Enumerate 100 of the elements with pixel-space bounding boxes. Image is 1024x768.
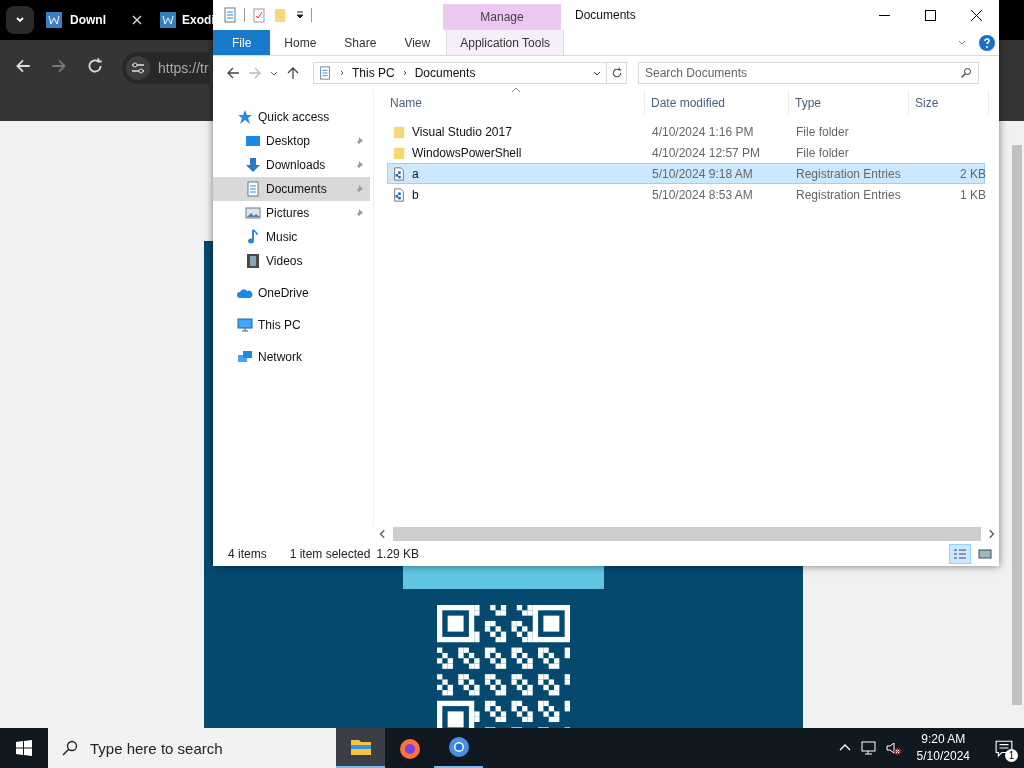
computer-icon [237, 317, 253, 333]
column-header[interactable]: Size [909, 90, 989, 115]
tab-title: Downl [70, 13, 107, 27]
group-label: Manage [480, 10, 524, 24]
tab-search-button[interactable] [6, 6, 34, 34]
navigation-item[interactable]: Pictures [213, 201, 370, 225]
file-row[interactable]: b 5/10/2024 8:53 AM Registration Entries 1 KB [387, 184, 985, 205]
close-icon[interactable] [132, 15, 142, 25]
ribbon-tab[interactable]: Share [330, 30, 391, 55]
details-view-icon [953, 548, 967, 560]
up-arrow-icon[interactable] [285, 65, 301, 81]
close-icon [970, 9, 982, 21]
search-input[interactable]: Search Documents [645, 66, 945, 80]
file-name: a [412, 166, 419, 181]
film-icon [245, 253, 261, 269]
navigation-item[interactable]: Downloads [213, 153, 370, 177]
network-icon [237, 349, 253, 365]
document-icon [318, 66, 332, 80]
document-icon [245, 181, 261, 197]
column-header[interactable]: Date modified [645, 90, 789, 115]
type-cell-text: Registration Entries [795, 187, 902, 202]
breadcrumb-item[interactable]: Documents [414, 66, 476, 80]
registry-file-icon [392, 166, 406, 181]
fox-globe-icon [397, 736, 422, 760]
file-row[interactable]: WindowsPowerShell 4/10/2024 12:57 PM File folder [387, 142, 985, 163]
file-tab[interactable]: File [213, 30, 271, 55]
speaker-icon[interactable] [884, 740, 901, 756]
search-field[interactable]: Search Documents [638, 62, 979, 84]
message-icon [995, 739, 1013, 757]
site-settings-icon[interactable] [126, 56, 150, 80]
chevron-right-icon[interactable] [338, 69, 346, 77]
clock-time[interactable]: 9:20 AM [921, 731, 966, 748]
size-cell-text: 1 KB [959, 187, 987, 202]
taskbar-search-field[interactable]: Type here to search [48, 728, 336, 768]
folder-icon [392, 124, 406, 139]
breadcrumb-item[interactable]: This PC [352, 66, 395, 80]
file-name: b [412, 187, 419, 202]
type-cell-text: File folder [795, 124, 850, 139]
file-name: Visual Studio 2017 [412, 124, 512, 139]
clock-date[interactable]: 5/10/2024 [916, 748, 970, 765]
search-icon [960, 67, 972, 79]
type-cell-text: File folder [795, 145, 850, 160]
size-cell-text: 2 KB [959, 166, 987, 181]
navigation-item[interactable]: Quick access [213, 105, 370, 129]
network-monitor-icon[interactable] [860, 740, 877, 756]
forward-arrow-icon[interactable] [50, 57, 68, 75]
date-cell-text: 5/10/2024 8:53 AM [651, 187, 754, 202]
checklist-icon[interactable] [251, 7, 267, 23]
back-arrow-icon[interactable] [14, 57, 32, 75]
navigation-item[interactable]: Network [213, 345, 370, 369]
navigation-item[interactable]: OneDrive [213, 281, 370, 305]
browser-circle-icon [446, 735, 471, 759]
dropdown-icon[interactable] [295, 10, 305, 20]
address-field[interactable]: This PC Documents [313, 62, 607, 84]
music-note-icon [245, 229, 261, 245]
navigation-item[interactable]: Documents [213, 177, 370, 201]
download-arrow-icon [245, 157, 261, 173]
window-title: Documents [575, 8, 636, 22]
date-cell-text: 4/10/2024 12:57 PM [651, 145, 762, 160]
type-cell-text: Registration Entries [795, 166, 902, 181]
item-count: 4 items [228, 547, 267, 561]
maximize-icon [924, 9, 936, 21]
navigation-item[interactable]: This PC [213, 313, 370, 337]
date-cell-text: 4/10/2024 1:16 PM [651, 124, 755, 139]
windows-logo-icon[interactable] [16, 740, 32, 756]
column-header[interactable]: Name [387, 90, 645, 115]
file-row[interactable]: a 5/10/2024 9:18 AM Registration Entries 2 KB [387, 163, 985, 184]
browser-tab[interactable]: Downl [38, 4, 148, 36]
back-arrow-icon[interactable] [225, 65, 241, 81]
ribbon-tab[interactable]: Home [270, 30, 331, 55]
address-bar[interactable]: https://tr [122, 52, 209, 84]
search-input[interactable]: Type here to search [88, 738, 322, 758]
ribbon-tab[interactable]: View [390, 30, 445, 55]
navigation-item[interactable]: Videos [213, 249, 370, 273]
refresh-icon [610, 67, 623, 79]
selection-size: 1.29 KB [376, 547, 420, 561]
registry-file-icon [392, 187, 406, 202]
selection-status: 1 item selected [289, 547, 371, 561]
date-cell-text: 5/10/2024 9:18 AM [651, 166, 754, 181]
taskbar-app-button[interactable] [336, 728, 385, 768]
navigation-item[interactable]: Desktop [213, 129, 370, 153]
picture-icon [245, 205, 261, 221]
thumbnail-view-icon [978, 548, 992, 560]
site-favicon-icon [46, 12, 62, 28]
navigation-item[interactable]: Music [213, 225, 370, 249]
folder-icon [392, 145, 406, 160]
notification-count: 1 [1005, 749, 1018, 762]
desktop-icon [245, 133, 261, 149]
refresh-button[interactable] [607, 62, 627, 84]
reload-icon[interactable] [86, 57, 104, 75]
scrollbar[interactable] [1012, 145, 1022, 705]
help-icon[interactable] [979, 34, 995, 51]
file-name: WindowsPowerShell [412, 145, 522, 160]
url-text: https://tr [158, 60, 209, 76]
search-icon [62, 740, 78, 756]
file-row[interactable]: Visual Studio 2017 4/10/2024 1:16 PM File folder [387, 121, 985, 142]
star-icon [237, 109, 253, 125]
notification-button[interactable]: 1 [984, 728, 1024, 768]
column-header[interactable]: Type [789, 90, 909, 115]
site-favicon-icon [160, 12, 176, 28]
